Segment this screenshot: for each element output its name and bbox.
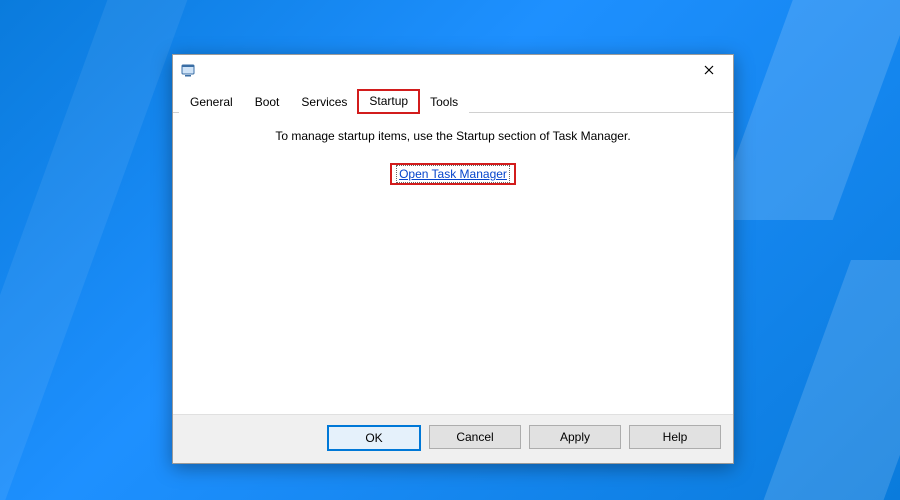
tab-general[interactable]: General — [179, 91, 244, 113]
tab-services[interactable]: Services — [290, 91, 358, 113]
tab-tools[interactable]: Tools — [419, 91, 469, 113]
close-button[interactable] — [686, 55, 731, 85]
apply-button[interactable]: Apply — [529, 425, 621, 449]
instruction-text: To manage startup items, use the Startup… — [183, 129, 723, 143]
tab-strip: General Boot Services Startup Tools — [173, 85, 733, 113]
tab-boot[interactable]: Boot — [244, 91, 291, 113]
cancel-button[interactable]: Cancel — [429, 425, 521, 449]
ok-button[interactable]: OK — [327, 425, 421, 451]
help-button[interactable]: Help — [629, 425, 721, 449]
close-icon — [704, 65, 714, 75]
dialog-button-row: OK Cancel Apply Help — [173, 414, 733, 463]
tab-startup[interactable]: Startup — [358, 90, 419, 113]
app-icon — [181, 62, 197, 78]
msconfig-window: General Boot Services Startup Tools To m… — [172, 54, 734, 464]
tab-content-startup: To manage startup items, use the Startup… — [173, 113, 733, 414]
link-highlight-box: Open Task Manager — [392, 165, 514, 183]
open-task-manager-link[interactable]: Open Task Manager — [398, 167, 508, 181]
titlebar — [173, 55, 733, 85]
desktop-wallpaper: General Boot Services Startup Tools To m… — [0, 0, 900, 500]
